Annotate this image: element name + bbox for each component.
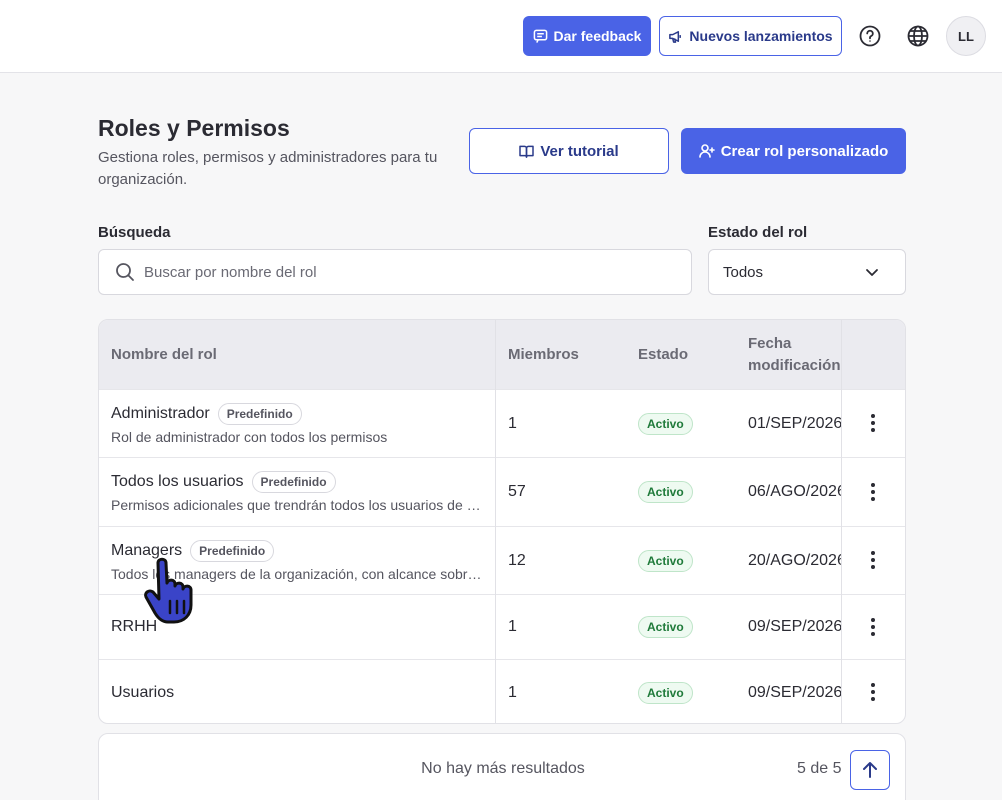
language-button[interactable] bbox=[905, 23, 931, 49]
help-button[interactable] bbox=[857, 23, 883, 49]
feedback-label: Dar feedback bbox=[553, 28, 642, 44]
row-actions-menu-icon[interactable] bbox=[871, 618, 875, 636]
view-tutorial-label: Ver tutorial bbox=[540, 142, 619, 160]
role-name: Usuarios bbox=[111, 683, 175, 701]
table-row[interactable]: RRHH 1 Activo 09/SEP/2026 bbox=[99, 594, 905, 659]
modified-date-cell: 09/SEP/2026 bbox=[748, 618, 841, 635]
page-title: Roles y Permisos bbox=[98, 115, 290, 141]
modified-date-cell: 20/AGO/2026 bbox=[748, 551, 841, 569]
modified-date-cell: 01/SEP/2026 bbox=[748, 414, 841, 432]
table-row[interactable]: Todos los usuarios Predefinido Permisos … bbox=[99, 457, 905, 526]
question-circle-icon bbox=[859, 25, 881, 47]
column-header-modified-date[interactable]: Fecha modificación bbox=[748, 320, 841, 389]
modified-date-cell: 09/SEP/2026 bbox=[748, 683, 841, 701]
feedback-button[interactable]: Dar feedback bbox=[523, 16, 651, 56]
top-bar: Dar feedback Nuevos lanzamientos LL bbox=[0, 0, 1002, 73]
status-badge: Activo bbox=[638, 616, 693, 638]
book-icon bbox=[519, 145, 535, 158]
members-cell: 57 bbox=[508, 483, 526, 500]
megaphone-icon bbox=[669, 30, 682, 43]
table-row[interactable]: Administrador Predefinido Rol de adminis… bbox=[99, 389, 905, 457]
roles-table: Nombre del rol Miembros Estado Fecha mod… bbox=[98, 319, 906, 724]
new-launches-label: Nuevos lanzamientos bbox=[689, 28, 833, 44]
column-header-role-name[interactable]: Nombre del rol bbox=[111, 320, 491, 389]
role-status-label: Estado del rol bbox=[708, 224, 808, 241]
hand-pointer-cursor-icon bbox=[144, 557, 193, 624]
create-custom-role-label: Crear rol personalizado bbox=[720, 142, 889, 160]
scroll-to-top-button[interactable] bbox=[850, 750, 890, 790]
column-divider bbox=[841, 320, 842, 723]
role-cell: Todos los usuarios Predefinido Permisos … bbox=[111, 458, 486, 526]
row-actions-menu-icon[interactable] bbox=[871, 683, 875, 701]
search-icon bbox=[116, 263, 134, 281]
column-divider bbox=[495, 320, 496, 723]
row-actions-menu-icon[interactable] bbox=[871, 551, 875, 569]
table-row[interactable]: Usuarios 1 Activo 09/SEP/2026 bbox=[99, 659, 905, 723]
members-cell: 1 bbox=[508, 414, 517, 432]
table-header: Nombre del rol Miembros Estado Fecha mod… bbox=[99, 320, 905, 389]
predefined-badge: Predefinido bbox=[217, 402, 302, 425]
pagination-footer: No hay más resultados 5 de 5 bbox=[98, 733, 906, 800]
chat-icon bbox=[533, 29, 547, 43]
role-name: Administrador bbox=[111, 404, 210, 422]
search-field[interactable] bbox=[98, 249, 692, 295]
role-description: Rol de administrador con todos los permi… bbox=[111, 428, 388, 445]
add-user-icon bbox=[698, 144, 715, 158]
arrow-up-icon bbox=[863, 762, 877, 778]
status-badge: Activo bbox=[638, 412, 693, 435]
role-status-value: Todos bbox=[723, 263, 764, 281]
new-launches-button[interactable]: Nuevos lanzamientos bbox=[659, 16, 842, 56]
avatar-initials: LL bbox=[958, 28, 974, 44]
role-cell: Administrador Predefinido Rol de adminis… bbox=[111, 390, 486, 457]
view-tutorial-button[interactable]: Ver tutorial bbox=[469, 128, 669, 174]
chevron-down-icon bbox=[866, 269, 878, 276]
role-name: Todos los usuarios bbox=[111, 473, 244, 490]
results-count: 5 de 5 bbox=[797, 760, 842, 777]
column-header-members[interactable]: Miembros bbox=[508, 320, 628, 389]
search-label: Búsqueda bbox=[98, 224, 171, 241]
no-more-results-text: No hay más resultados bbox=[421, 760, 585, 777]
create-custom-role-button[interactable]: Crear rol personalizado bbox=[681, 128, 906, 174]
members-cell: 12 bbox=[508, 551, 526, 569]
avatar[interactable]: LL bbox=[946, 16, 986, 56]
column-header-status[interactable]: Estado bbox=[638, 320, 738, 389]
status-badge: Activo bbox=[638, 481, 693, 503]
table-row[interactable]: Managers Predefinido Todos los managers … bbox=[99, 526, 905, 594]
row-actions-menu-icon[interactable] bbox=[871, 483, 875, 501]
status-badge: Activo bbox=[638, 549, 693, 572]
globe-icon bbox=[907, 25, 929, 47]
row-actions-menu-icon[interactable] bbox=[871, 414, 875, 432]
status-badge: Activo bbox=[638, 681, 693, 704]
modified-date-cell: 06/AGO/2026 bbox=[748, 483, 841, 500]
predefined-badge: Predefinido bbox=[251, 471, 336, 493]
page-subtitle: Gestiona roles, permisos y administrador… bbox=[98, 149, 438, 188]
members-cell: 1 bbox=[508, 618, 517, 635]
search-input[interactable] bbox=[144, 250, 674, 294]
role-status-select[interactable]: Todos bbox=[708, 249, 906, 295]
members-cell: 1 bbox=[508, 683, 517, 701]
role-description: Permisos adicionales que trendrán todos … bbox=[111, 497, 483, 513]
